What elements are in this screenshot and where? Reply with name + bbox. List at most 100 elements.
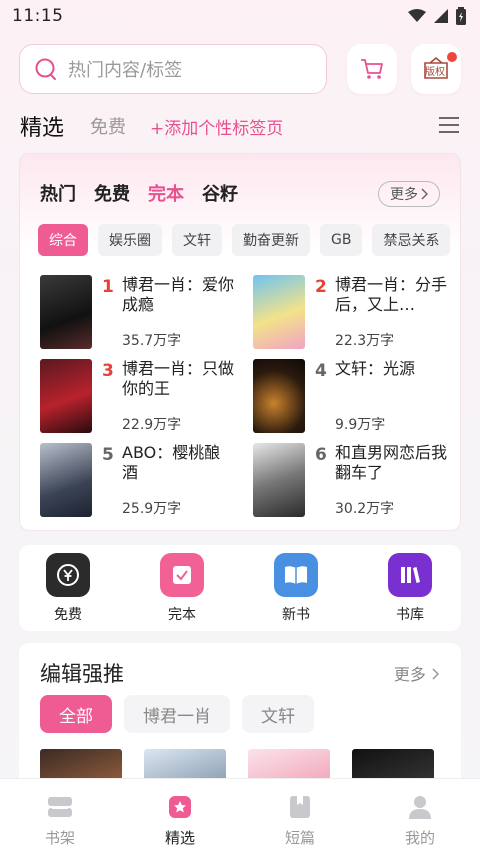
word-count: 25.9万字 bbox=[122, 501, 182, 517]
completed-entry-icon bbox=[160, 553, 204, 597]
word-count: 22.9万字 bbox=[122, 417, 182, 433]
tab-selected[interactable]: 精选 bbox=[20, 110, 64, 142]
editor-filter-pills: 全部 博君一肖 文轩 bbox=[40, 695, 314, 733]
new-book-icon bbox=[274, 553, 318, 597]
book-cover bbox=[253, 443, 305, 517]
battery-icon bbox=[456, 7, 466, 25]
short-story-icon bbox=[290, 796, 310, 818]
search-input[interactable]: 热门内容/标签 bbox=[19, 44, 327, 94]
nav-me[interactable]: 我的 bbox=[385, 795, 455, 848]
more-button[interactable]: 更多 bbox=[378, 181, 440, 207]
nav-bookshelf[interactable]: 书架 bbox=[25, 795, 95, 848]
chip-all[interactable]: 综合 bbox=[38, 224, 88, 256]
book-title: 博君一肖：爱你成瘾 bbox=[122, 275, 235, 314]
list-item[interactable]: 6 和直男网恋后我翻车了 30.2万字 bbox=[253, 443, 453, 519]
chip-wenxuan[interactable]: 文轩 bbox=[172, 224, 222, 256]
rank-number: 5 bbox=[102, 445, 114, 465]
search-placeholder: 热门内容/标签 bbox=[68, 60, 183, 81]
nav-selected-label: 精选 bbox=[164, 829, 195, 847]
editor-covers bbox=[40, 749, 440, 779]
list-item[interactable]: 1 博君一肖：爱你成瘾 35.7万字 bbox=[40, 275, 240, 351]
quick-completed[interactable]: 完本 bbox=[152, 553, 212, 624]
rank-number: 6 bbox=[315, 445, 327, 465]
tab-free-books[interactable]: 免费 bbox=[94, 180, 130, 206]
search-icon bbox=[35, 58, 56, 80]
search-row: 热门内容/标签 版权 bbox=[19, 44, 461, 94]
nav-bookshelf-label: 书架 bbox=[44, 829, 75, 847]
profile-icon bbox=[409, 796, 431, 819]
tab-completed[interactable]: 完本 bbox=[148, 180, 184, 206]
hot-ranking-card: 热门 免费 完本 谷籽 更多 综合 娱乐圈 文轩 勤奋更新 GB 禁忌关系 1 … bbox=[19, 153, 461, 531]
quick-library-label: 书库 bbox=[396, 607, 424, 623]
quick-entry-bar: 免费 完本 新书 书库 bbox=[19, 545, 461, 631]
book-cover bbox=[40, 443, 92, 517]
chip-ent[interactable]: 娱乐圈 bbox=[98, 224, 162, 256]
book-cover[interactable] bbox=[40, 749, 122, 779]
quick-library[interactable]: 书库 bbox=[380, 553, 440, 624]
wifi-icon bbox=[408, 9, 426, 22]
bottom-nav: 书架 精选 短篇 我的 bbox=[0, 778, 480, 853]
add-tab-link[interactable]: +添加个性标签页 bbox=[150, 114, 283, 139]
nav-selected[interactable]: 精选 bbox=[145, 795, 215, 848]
book-cover bbox=[253, 275, 305, 349]
editor-more-label: 更多 bbox=[393, 665, 426, 684]
editor-more-link[interactable]: 更多 bbox=[393, 661, 440, 685]
list-item[interactable]: 4 文轩：光源 9.9万字 bbox=[253, 359, 453, 435]
tab-goods[interactable]: 谷籽 bbox=[202, 180, 238, 206]
chip-taboo[interactable]: 禁忌关系 bbox=[372, 224, 451, 256]
free-entry-icon bbox=[46, 553, 90, 597]
quick-free-label: 免费 bbox=[54, 607, 82, 623]
chevron-right-icon bbox=[421, 188, 428, 200]
status-time: 11:15 bbox=[12, 6, 64, 26]
quick-completed-label: 完本 bbox=[168, 607, 196, 623]
copyright-button[interactable]: 版权 bbox=[411, 44, 461, 94]
status-bar: 11:15 bbox=[0, 0, 480, 34]
tag-chips: 综合 娱乐圈 文轩 勤奋更新 GB 禁忌关系 bbox=[38, 224, 452, 256]
list-item[interactable]: 5 ABO：樱桃酿酒 25.9万字 bbox=[40, 443, 240, 519]
book-cover bbox=[40, 359, 92, 433]
word-count: 9.9万字 bbox=[335, 417, 386, 433]
book-cover[interactable] bbox=[144, 749, 226, 779]
signal-icon bbox=[434, 9, 448, 23]
word-count: 35.7万字 bbox=[122, 333, 182, 349]
rank-number: 2 bbox=[315, 277, 327, 297]
pill-bjyx[interactable]: 博君一肖 bbox=[124, 695, 230, 733]
chevron-right-icon bbox=[432, 668, 440, 680]
list-item[interactable]: 3 博君一肖：只做你的王 22.9万字 bbox=[40, 359, 240, 435]
tab-free[interactable]: 免费 bbox=[90, 113, 126, 139]
rank-number: 1 bbox=[102, 277, 114, 297]
menu-icon[interactable] bbox=[438, 116, 460, 134]
featured-icon bbox=[169, 796, 191, 818]
nav-short-label: 短篇 bbox=[284, 829, 315, 847]
rank-number: 4 bbox=[315, 361, 327, 381]
library-icon bbox=[388, 553, 432, 597]
quick-free[interactable]: 免费 bbox=[38, 553, 98, 624]
book-cover bbox=[253, 359, 305, 433]
top-tabs: 精选 免费 +添加个性标签页 bbox=[20, 108, 460, 144]
more-label: 更多 bbox=[390, 187, 418, 203]
system-icons bbox=[408, 7, 466, 25]
list-item[interactable]: 2 博君一肖：分手后，又上… 22.3万字 bbox=[253, 275, 453, 351]
nav-me-label: 我的 bbox=[404, 829, 435, 847]
tab-hot[interactable]: 热门 bbox=[40, 180, 76, 206]
book-cover[interactable] bbox=[248, 749, 330, 779]
book-title: 博君一肖：分手后，又上… bbox=[335, 275, 448, 314]
bookshelf-icon bbox=[48, 797, 72, 817]
nav-short[interactable]: 短篇 bbox=[265, 795, 335, 848]
book-title: 和直男网恋后我翻车了 bbox=[335, 443, 448, 482]
notification-dot bbox=[447, 52, 457, 62]
book-cover bbox=[40, 275, 92, 349]
book-title: 文轩：光源 bbox=[335, 359, 416, 378]
cart-button[interactable] bbox=[347, 44, 397, 94]
pill-all[interactable]: 全部 bbox=[40, 695, 112, 733]
chip-gb[interactable]: GB bbox=[320, 224, 363, 256]
book-cover[interactable] bbox=[352, 749, 434, 779]
word-count: 22.3万字 bbox=[335, 333, 395, 349]
chip-updating[interactable]: 勤奋更新 bbox=[232, 224, 310, 256]
section-title: 编辑强推 bbox=[40, 662, 124, 686]
pill-wenxuan[interactable]: 文轩 bbox=[242, 695, 314, 733]
word-count: 30.2万字 bbox=[335, 501, 395, 517]
category-tabs: 热门 免费 完本 谷籽 bbox=[40, 180, 238, 206]
quick-new[interactable]: 新书 bbox=[266, 553, 326, 624]
copyright-label: 版权 bbox=[425, 67, 445, 78]
